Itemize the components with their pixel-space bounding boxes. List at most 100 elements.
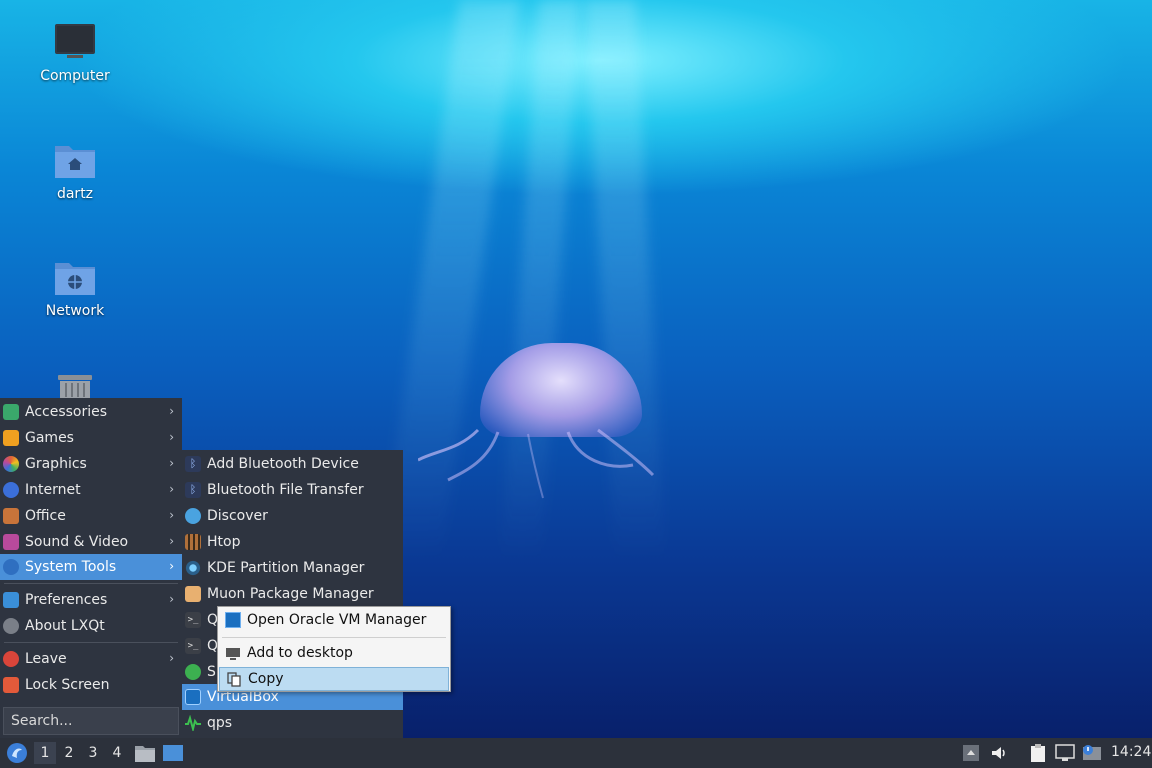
submenu-item[interactable]: Muon Package Manager: [182, 581, 403, 607]
submenu-item[interactable]: Discover: [182, 503, 403, 529]
menu-item-leave[interactable]: Leave ›: [0, 646, 182, 672]
menu-item-label: System Tools: [25, 559, 117, 575]
desktop-icon-home[interactable]: dartz: [25, 140, 125, 202]
submenu-item-label: S: [207, 664, 216, 680]
chevron-right-icon: ›: [169, 456, 174, 470]
internet-icon: [3, 482, 19, 498]
menu-search-input[interactable]: Search...: [3, 707, 179, 735]
context-item-add-to-desktop[interactable]: Add to desktop: [219, 641, 449, 665]
tray-expand-icon[interactable]: [962, 744, 980, 762]
submenu-item-label: Muon Package Manager: [207, 586, 374, 602]
menu-item-label: Preferences: [25, 592, 108, 608]
preferences-icon: [3, 592, 19, 608]
submenu-item[interactable]: KDE Partition Manager: [182, 555, 403, 581]
file-manager-icon[interactable]: [134, 742, 156, 764]
menu-item-lock-screen[interactable]: Lock Screen: [0, 672, 182, 698]
search-placeholder: Search...: [11, 713, 73, 729]
menu-item-internet[interactable]: Internet ›: [0, 477, 182, 503]
menu-item-about[interactable]: About LXQt: [0, 613, 182, 639]
system-tools-icon: [3, 559, 19, 575]
desktop-icon-network[interactable]: Network: [25, 257, 125, 319]
submenu-item-label: qps: [207, 715, 233, 731]
menu-item-label: Games: [25, 430, 74, 446]
jellyfish-tentacles: [418, 428, 655, 499]
office-icon: [3, 508, 19, 524]
menu-item-label: Sound & Video: [25, 534, 129, 550]
trash-icon[interactable]: [56, 373, 94, 399]
submenu-item[interactable]: Htop: [182, 529, 403, 555]
bluetooth-icon: ᛒ: [185, 482, 201, 498]
workspace-2-button[interactable]: 2: [58, 742, 80, 764]
synaptic-icon: [185, 664, 201, 680]
submenu-item-label: Discover: [207, 508, 268, 524]
network-folder-icon: [55, 263, 95, 295]
context-menu: Open Oracle VM Manager Add to desktop Co…: [217, 606, 451, 692]
update-notifier-icon[interactable]: [1082, 744, 1102, 762]
copy-icon: [226, 671, 242, 687]
desktop-icon-label: Computer: [40, 68, 110, 84]
menu-item-label: Leave: [25, 651, 67, 667]
desktop-icon-computer[interactable]: Computer: [25, 22, 125, 84]
games-icon: [3, 430, 19, 446]
submenu-item[interactable]: ᛒ Bluetooth File Transfer: [182, 477, 403, 503]
workspace-1-button[interactable]: 1: [34, 742, 56, 764]
menu-item-sound-video[interactable]: Sound & Video ›: [0, 529, 182, 555]
menu-item-label: Accessories: [25, 404, 108, 420]
htop-icon: [185, 534, 201, 550]
context-item-label: Open Oracle VM Manager: [247, 612, 427, 628]
menu-item-preferences[interactable]: Preferences ›: [0, 587, 182, 613]
network-icon[interactable]: [1055, 744, 1075, 762]
workspace-label: 3: [88, 745, 98, 761]
start-menu-icon[interactable]: [6, 742, 28, 764]
menu-separator: [4, 642, 178, 643]
taskbar: 1 2 3 4 14:24: [0, 738, 1152, 768]
workspace-label: 4: [112, 745, 122, 761]
submenu-item-label: Bluetooth File Transfer: [207, 482, 364, 498]
clock[interactable]: 14:24: [1111, 744, 1151, 760]
terminal-icon: >_: [185, 612, 201, 628]
lock-icon: [3, 677, 19, 693]
volume-icon[interactable]: [990, 744, 1008, 762]
discover-icon: [185, 508, 201, 524]
menu-item-accessories[interactable]: Accessories ›: [0, 399, 182, 425]
workspace-label: 2: [64, 745, 74, 761]
workspace-label: 1: [40, 745, 50, 761]
computer-icon: [55, 24, 95, 58]
partition-manager-icon: [185, 560, 201, 576]
system-tools-submenu: ᛒ Add Bluetooth Device ᛒ Bluetooth File …: [182, 450, 403, 738]
menu-item-label: Lock Screen: [25, 677, 110, 693]
submenu-item[interactable]: qps: [182, 710, 403, 736]
menu-item-label: Graphics: [25, 456, 87, 472]
menu-item-label: About LXQt: [25, 618, 105, 634]
context-item-copy[interactable]: Copy: [219, 667, 449, 691]
submenu-item[interactable]: ᛒ Add Bluetooth Device: [182, 451, 403, 477]
menu-separator: [222, 637, 446, 638]
bluetooth-icon: ᛒ: [185, 456, 201, 472]
terminal-icon: >_: [185, 638, 201, 654]
chevron-right-icon: ›: [169, 430, 174, 444]
workspace-4-button[interactable]: 4: [106, 742, 128, 764]
menu-item-system-tools[interactable]: System Tools ›: [0, 554, 182, 580]
chevron-right-icon: ›: [169, 508, 174, 522]
qps-icon: [185, 714, 201, 733]
menu-item-label: Internet: [25, 482, 81, 498]
info-icon: [3, 618, 19, 634]
power-icon: [3, 651, 19, 667]
desktop-icon-label: dartz: [56, 186, 94, 202]
menu-item-games[interactable]: Games ›: [0, 425, 182, 451]
context-item-open-vm-manager[interactable]: Open Oracle VM Manager: [219, 608, 449, 632]
menu-separator: [4, 583, 178, 584]
menu-item-graphics[interactable]: Graphics ›: [0, 451, 182, 477]
chevron-right-icon: ›: [169, 592, 174, 606]
clipboard-icon[interactable]: [1028, 743, 1048, 763]
submenu-item-label: Add Bluetooth Device: [207, 456, 359, 472]
home-folder-icon: [55, 146, 95, 178]
submenu-item-label: KDE Partition Manager: [207, 560, 365, 576]
chevron-right-icon: ›: [169, 651, 174, 665]
sound-video-icon: [3, 534, 19, 550]
workspace-3-button[interactable]: 3: [82, 742, 104, 764]
main-menu: Accessories › Games › Graphics › Interne…: [0, 398, 182, 738]
show-desktop-icon[interactable]: [162, 743, 184, 763]
context-item-label: Copy: [248, 671, 284, 687]
menu-item-office[interactable]: Office ›: [0, 503, 182, 529]
